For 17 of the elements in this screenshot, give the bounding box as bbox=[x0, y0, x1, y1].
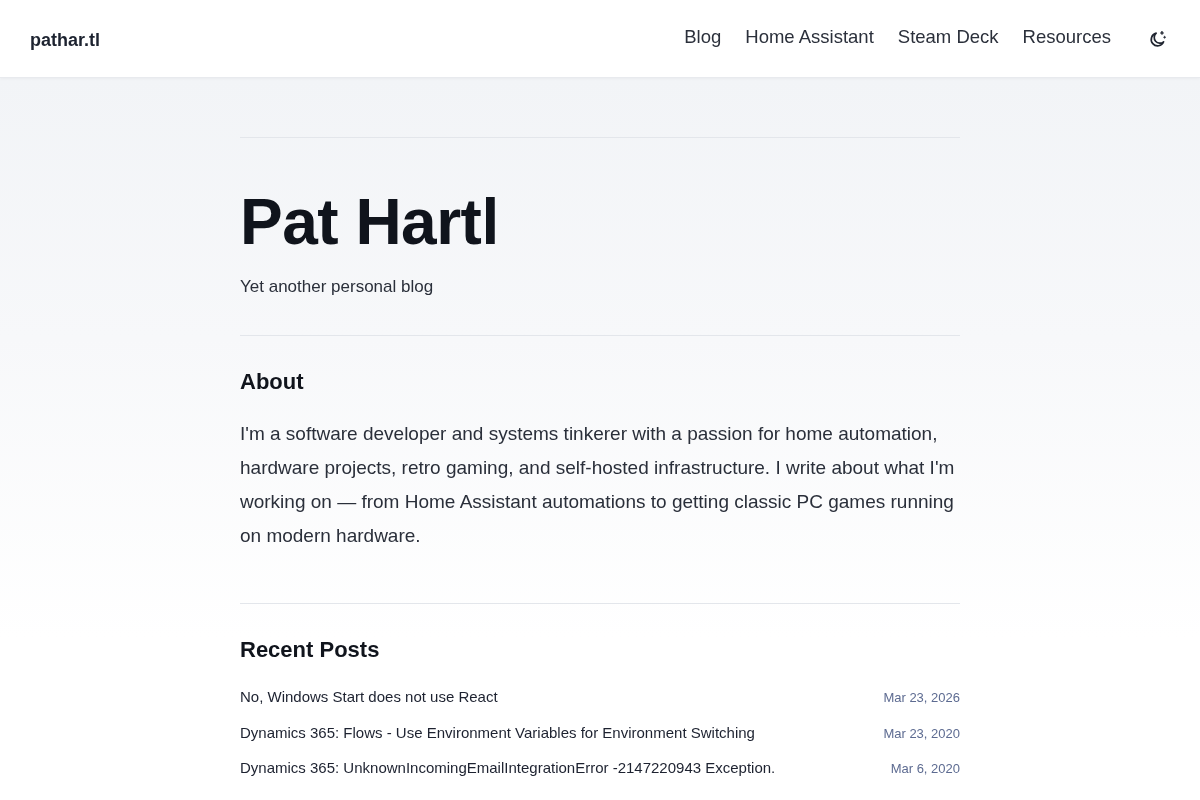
moon-stars-icon bbox=[1149, 29, 1167, 48]
section-heading: Recent Posts bbox=[240, 636, 381, 664]
site-logo-link[interactable]: pathar.tl bbox=[30, 29, 100, 51]
page-subtitle: Yet another personal blog bbox=[240, 276, 435, 298]
section-heading: About bbox=[240, 368, 305, 396]
post-date: Mar 23, 2026 bbox=[883, 690, 960, 705]
post-title-link[interactable]: No, Windows Start does not use React bbox=[240, 686, 498, 708]
about-paragraph: I'm a software developer and systems tinkerer with a passion for home automation, hardware projects, retro gaming, and self-hosted infrastructure. I write about what I'm working on — from Home Assistant automations to getting classic PC games running on modern hardware. bbox=[240, 422, 956, 548]
post-date: Mar 6, 2020 bbox=[890, 761, 960, 776]
nav-link[interactable]: Blog bbox=[684, 25, 722, 48]
post-date: Mar 23, 2020 bbox=[883, 725, 960, 741]
nav-link[interactable]: Resources bbox=[1022, 25, 1111, 48]
post-title-link[interactable]: Dynamics 365: Flows - Use Environment Variables for Environment Switching bbox=[240, 721, 755, 744]
nav-link[interactable]: Steam Deck bbox=[897, 25, 999, 48]
post-title-link[interactable]: Dynamics 365: UnknownIncomingEmailIntegrationError -2147220943 Exception. bbox=[240, 757, 776, 779]
page-title: Pat Hartl bbox=[240, 186, 500, 258]
nav-link[interactable]: Home Assistant bbox=[745, 25, 874, 48]
